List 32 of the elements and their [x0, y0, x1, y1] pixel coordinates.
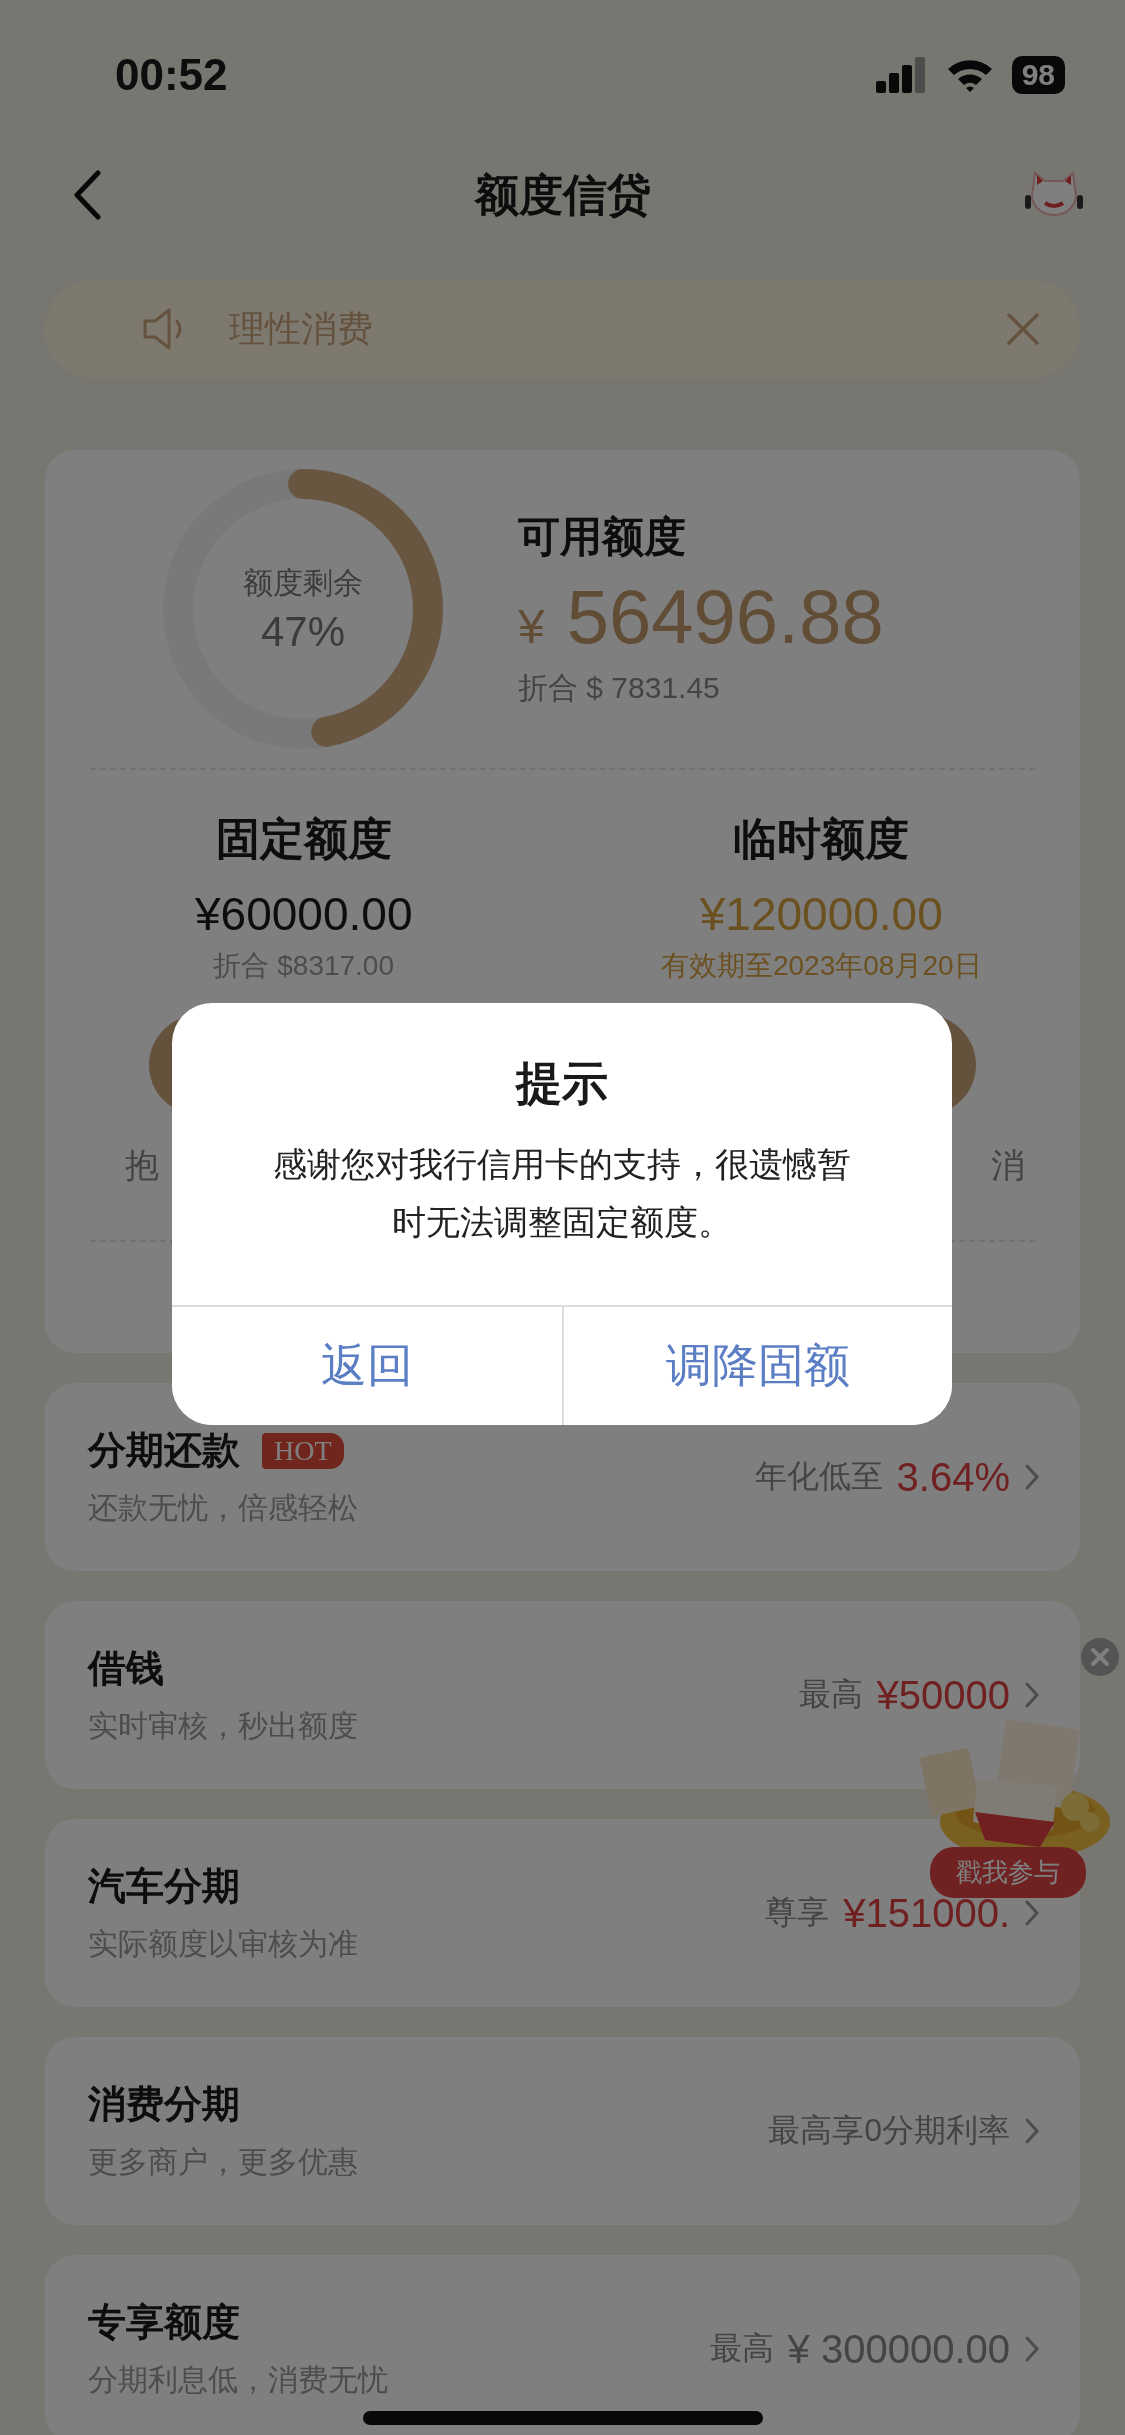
service-prefix: 尊享	[765, 1893, 830, 1932]
service-prefix: 最高	[709, 2329, 774, 2368]
dialog-message: 感谢您对我行信用卡的支持，很遗憾暂时无法调整固定额度。	[272, 1144, 852, 1243]
available-amount: 56496.88	[566, 573, 884, 660]
battery-level: 98	[1011, 56, 1065, 94]
hint-text: 抱	[125, 1145, 159, 1186]
ring-percent: 47%	[260, 607, 346, 656]
status-time: 00:52	[115, 50, 228, 100]
service-prefix: 最高	[798, 1675, 863, 1714]
available-title: 可用额度	[518, 512, 687, 562]
service-value: ¥ 300000.00	[787, 2326, 1010, 2372]
service-title: 汽车分期	[88, 1864, 240, 1909]
ring-label: 额度剩余	[243, 564, 363, 601]
service-value: 3.64%	[896, 1454, 1010, 1500]
hot-badge: HOT	[262, 1432, 344, 1469]
limit-title: 临时额度	[733, 813, 910, 865]
limit-note: 有效期至2023年08月20日	[660, 949, 982, 983]
converted-amount: 折合 $ 7831.45	[518, 670, 721, 706]
limit-amount: ¥120000.00	[699, 887, 943, 941]
service-title: 借钱	[88, 1646, 164, 1691]
limit-title: 固定额度	[215, 813, 392, 865]
limit-amount: ¥60000.00	[195, 887, 413, 941]
service-value: ¥50000	[876, 1672, 1010, 1718]
service-prefix: 年化低至	[754, 1457, 883, 1496]
hint-text: 消	[991, 1145, 1025, 1186]
service-prefix: 最高享0分期利率	[768, 2111, 1010, 2150]
service-title: 专享额度	[88, 2300, 240, 2345]
page-title: 额度信贷	[474, 168, 651, 221]
service-title: 消费分期	[88, 2082, 240, 2127]
currency-sign: ¥	[518, 599, 545, 654]
dialog-title: 提示	[516, 1056, 608, 1111]
service-title: 分期还款	[88, 1428, 240, 1473]
